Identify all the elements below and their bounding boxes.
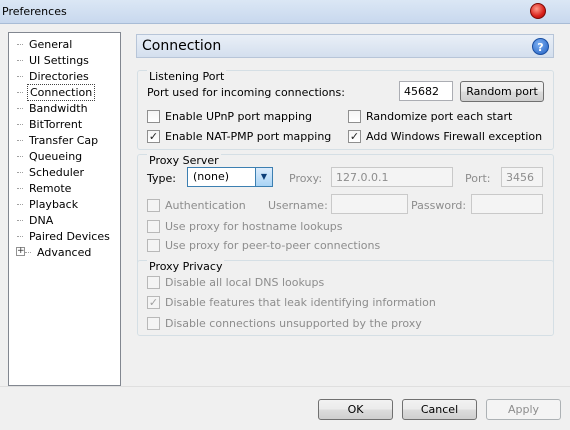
tree-item-general[interactable]: General xyxy=(17,36,74,52)
tree-item-label: BitTorrent xyxy=(29,117,83,131)
checkbox-label: Add Windows Firewall exception xyxy=(366,129,543,143)
checkbox-label: Use proxy for peer-to-peer connections xyxy=(165,238,381,252)
tree-item-label: Transfer Cap xyxy=(29,133,99,147)
checkbox-box[interactable] xyxy=(147,316,160,330)
checkbox-box[interactable] xyxy=(147,238,160,252)
expand-icon[interactable]: + xyxy=(16,247,25,256)
preferences-tree[interactable]: General UI Settings Directories Connecti… xyxy=(8,32,121,386)
tree-item-paired-devices[interactable]: Paired Devices xyxy=(17,228,112,244)
checkbox-box[interactable]: ✓ xyxy=(147,129,160,143)
window-title: Preferences xyxy=(2,5,67,18)
tree-item-directories[interactable]: Directories xyxy=(17,68,91,84)
tree-item-label: Queueing xyxy=(29,149,83,163)
tree-item-ui-settings[interactable]: UI Settings xyxy=(17,52,91,68)
tree-item-advanced[interactable]: + Advanced xyxy=(16,244,93,260)
proxy-port-label: Port: xyxy=(465,172,491,185)
tree-item-playback[interactable]: Playback xyxy=(17,196,80,212)
nat-pmp-checkbox[interactable]: ✓ Enable NAT-PMP port mapping xyxy=(147,128,331,144)
checkbox-box[interactable] xyxy=(147,109,160,123)
checkbox-box[interactable]: ✓ xyxy=(147,295,160,309)
firewall-exception-checkbox[interactable]: ✓ Add Windows Firewall exception xyxy=(348,128,542,144)
proxy-type-value: (none) xyxy=(193,170,230,183)
group-title: Proxy Server xyxy=(147,154,221,167)
tree-item-remote[interactable]: Remote xyxy=(17,180,73,196)
port-label: Port used for incoming connections: xyxy=(147,86,345,99)
tree-item-label: General xyxy=(29,37,73,51)
tree-item-label: Directories xyxy=(29,69,89,83)
proxy-type-select[interactable]: (none) ▼ xyxy=(187,167,273,187)
random-port-button[interactable]: Random port xyxy=(460,81,544,102)
randomize-port-checkbox[interactable]: Randomize port each start xyxy=(348,108,512,124)
tree-item-bandwidth[interactable]: Bandwidth xyxy=(17,100,90,116)
checkbox-label: Authentication xyxy=(165,198,246,212)
tree-item-scheduler[interactable]: Scheduler xyxy=(17,164,86,180)
tree-item-transfer-cap[interactable]: Transfer Cap xyxy=(17,132,100,148)
dialog-body: General UI Settings Directories Connecti… xyxy=(0,24,570,430)
close-button[interactable] xyxy=(530,3,546,19)
apply-button[interactable]: Apply xyxy=(486,399,561,420)
listening-port-input[interactable]: 45682 xyxy=(399,81,453,101)
title-bar: Preferences xyxy=(0,0,570,24)
proxy-privacy-group: Proxy Privacy Disable all local DNS look… xyxy=(137,260,554,336)
tree-item-label: Paired Devices xyxy=(29,229,110,243)
proxy-port-input[interactable]: 3456 xyxy=(501,167,543,187)
tree-item-label: Remote xyxy=(29,181,72,195)
dialog-footer: OK Cancel Apply xyxy=(0,386,570,430)
tree-item-connection[interactable]: Connection xyxy=(17,83,96,101)
username-label: Username: xyxy=(268,199,328,212)
disable-dns-lookups-checkbox[interactable]: Disable all local DNS lookups xyxy=(147,274,324,290)
tree-item-dna[interactable]: DNA xyxy=(17,212,55,228)
checkbox-label: Enable UPnP port mapping xyxy=(165,109,313,123)
ok-button[interactable]: OK xyxy=(318,399,393,420)
chevron-down-icon[interactable]: ▼ xyxy=(255,168,272,186)
proxy-label: Proxy: xyxy=(289,172,323,185)
checkbox-label: Disable features that leak identifying i… xyxy=(165,295,436,309)
tree-item-label: DNA xyxy=(29,213,54,227)
group-title: Listening Port xyxy=(147,70,227,83)
tree-item-queueing[interactable]: Queueing xyxy=(17,148,84,164)
checkbox-label: Disable all local DNS lookups xyxy=(165,275,325,289)
password-label: Password: xyxy=(411,199,467,212)
username-input[interactable] xyxy=(331,194,408,214)
proxy-type-label: Type: xyxy=(147,172,176,185)
proxy-host-input[interactable]: 127.0.0.1 xyxy=(331,167,453,187)
tree-item-bittorrent[interactable]: BitTorrent xyxy=(17,116,84,132)
checkbox-box[interactable] xyxy=(348,109,361,123)
authentication-checkbox[interactable]: Authentication xyxy=(147,197,246,213)
checkbox-box[interactable]: ✓ xyxy=(348,129,361,143)
checkbox-label: Randomize port each start xyxy=(366,109,513,123)
proxy-p2p-checkbox[interactable]: Use proxy for peer-to-peer connections xyxy=(147,237,380,253)
proxy-hostname-lookups-checkbox[interactable]: Use proxy for hostname lookups xyxy=(147,218,343,234)
disable-leak-features-checkbox[interactable]: ✓ Disable features that leak identifying … xyxy=(147,294,436,310)
help-icon[interactable]: ? xyxy=(532,38,549,55)
upnp-checkbox[interactable]: Enable UPnP port mapping xyxy=(147,108,312,124)
tree-item-label: Connection xyxy=(27,83,96,101)
listening-port-group: Listening Port Port used for incoming co… xyxy=(137,70,554,150)
page-header: Connection ? xyxy=(136,34,554,58)
checkbox-box[interactable] xyxy=(147,275,160,289)
page-title: Connection xyxy=(142,38,222,54)
tree-item-label: UI Settings xyxy=(29,53,89,67)
tree-item-label: Advanced xyxy=(37,245,92,259)
checkbox-box[interactable] xyxy=(147,219,160,233)
tree-item-label: Playback xyxy=(29,197,79,211)
tree-item-label: Bandwidth xyxy=(29,101,88,115)
connection-page: Connection ? Listening Port Port used fo… xyxy=(134,32,554,386)
checkbox-label: Enable NAT-PMP port mapping xyxy=(165,129,332,143)
checkbox-label: Disable connections unsupported by the p… xyxy=(165,316,422,330)
password-input[interactable] xyxy=(471,194,543,214)
checkbox-box[interactable] xyxy=(147,198,160,212)
checkbox-label: Use proxy for hostname lookups xyxy=(165,219,343,233)
disable-unsupported-connections-checkbox[interactable]: Disable connections unsupported by the p… xyxy=(147,315,422,331)
group-title: Proxy Privacy xyxy=(147,260,225,273)
cancel-button[interactable]: Cancel xyxy=(402,399,477,420)
tree-item-label: Scheduler xyxy=(29,165,85,179)
